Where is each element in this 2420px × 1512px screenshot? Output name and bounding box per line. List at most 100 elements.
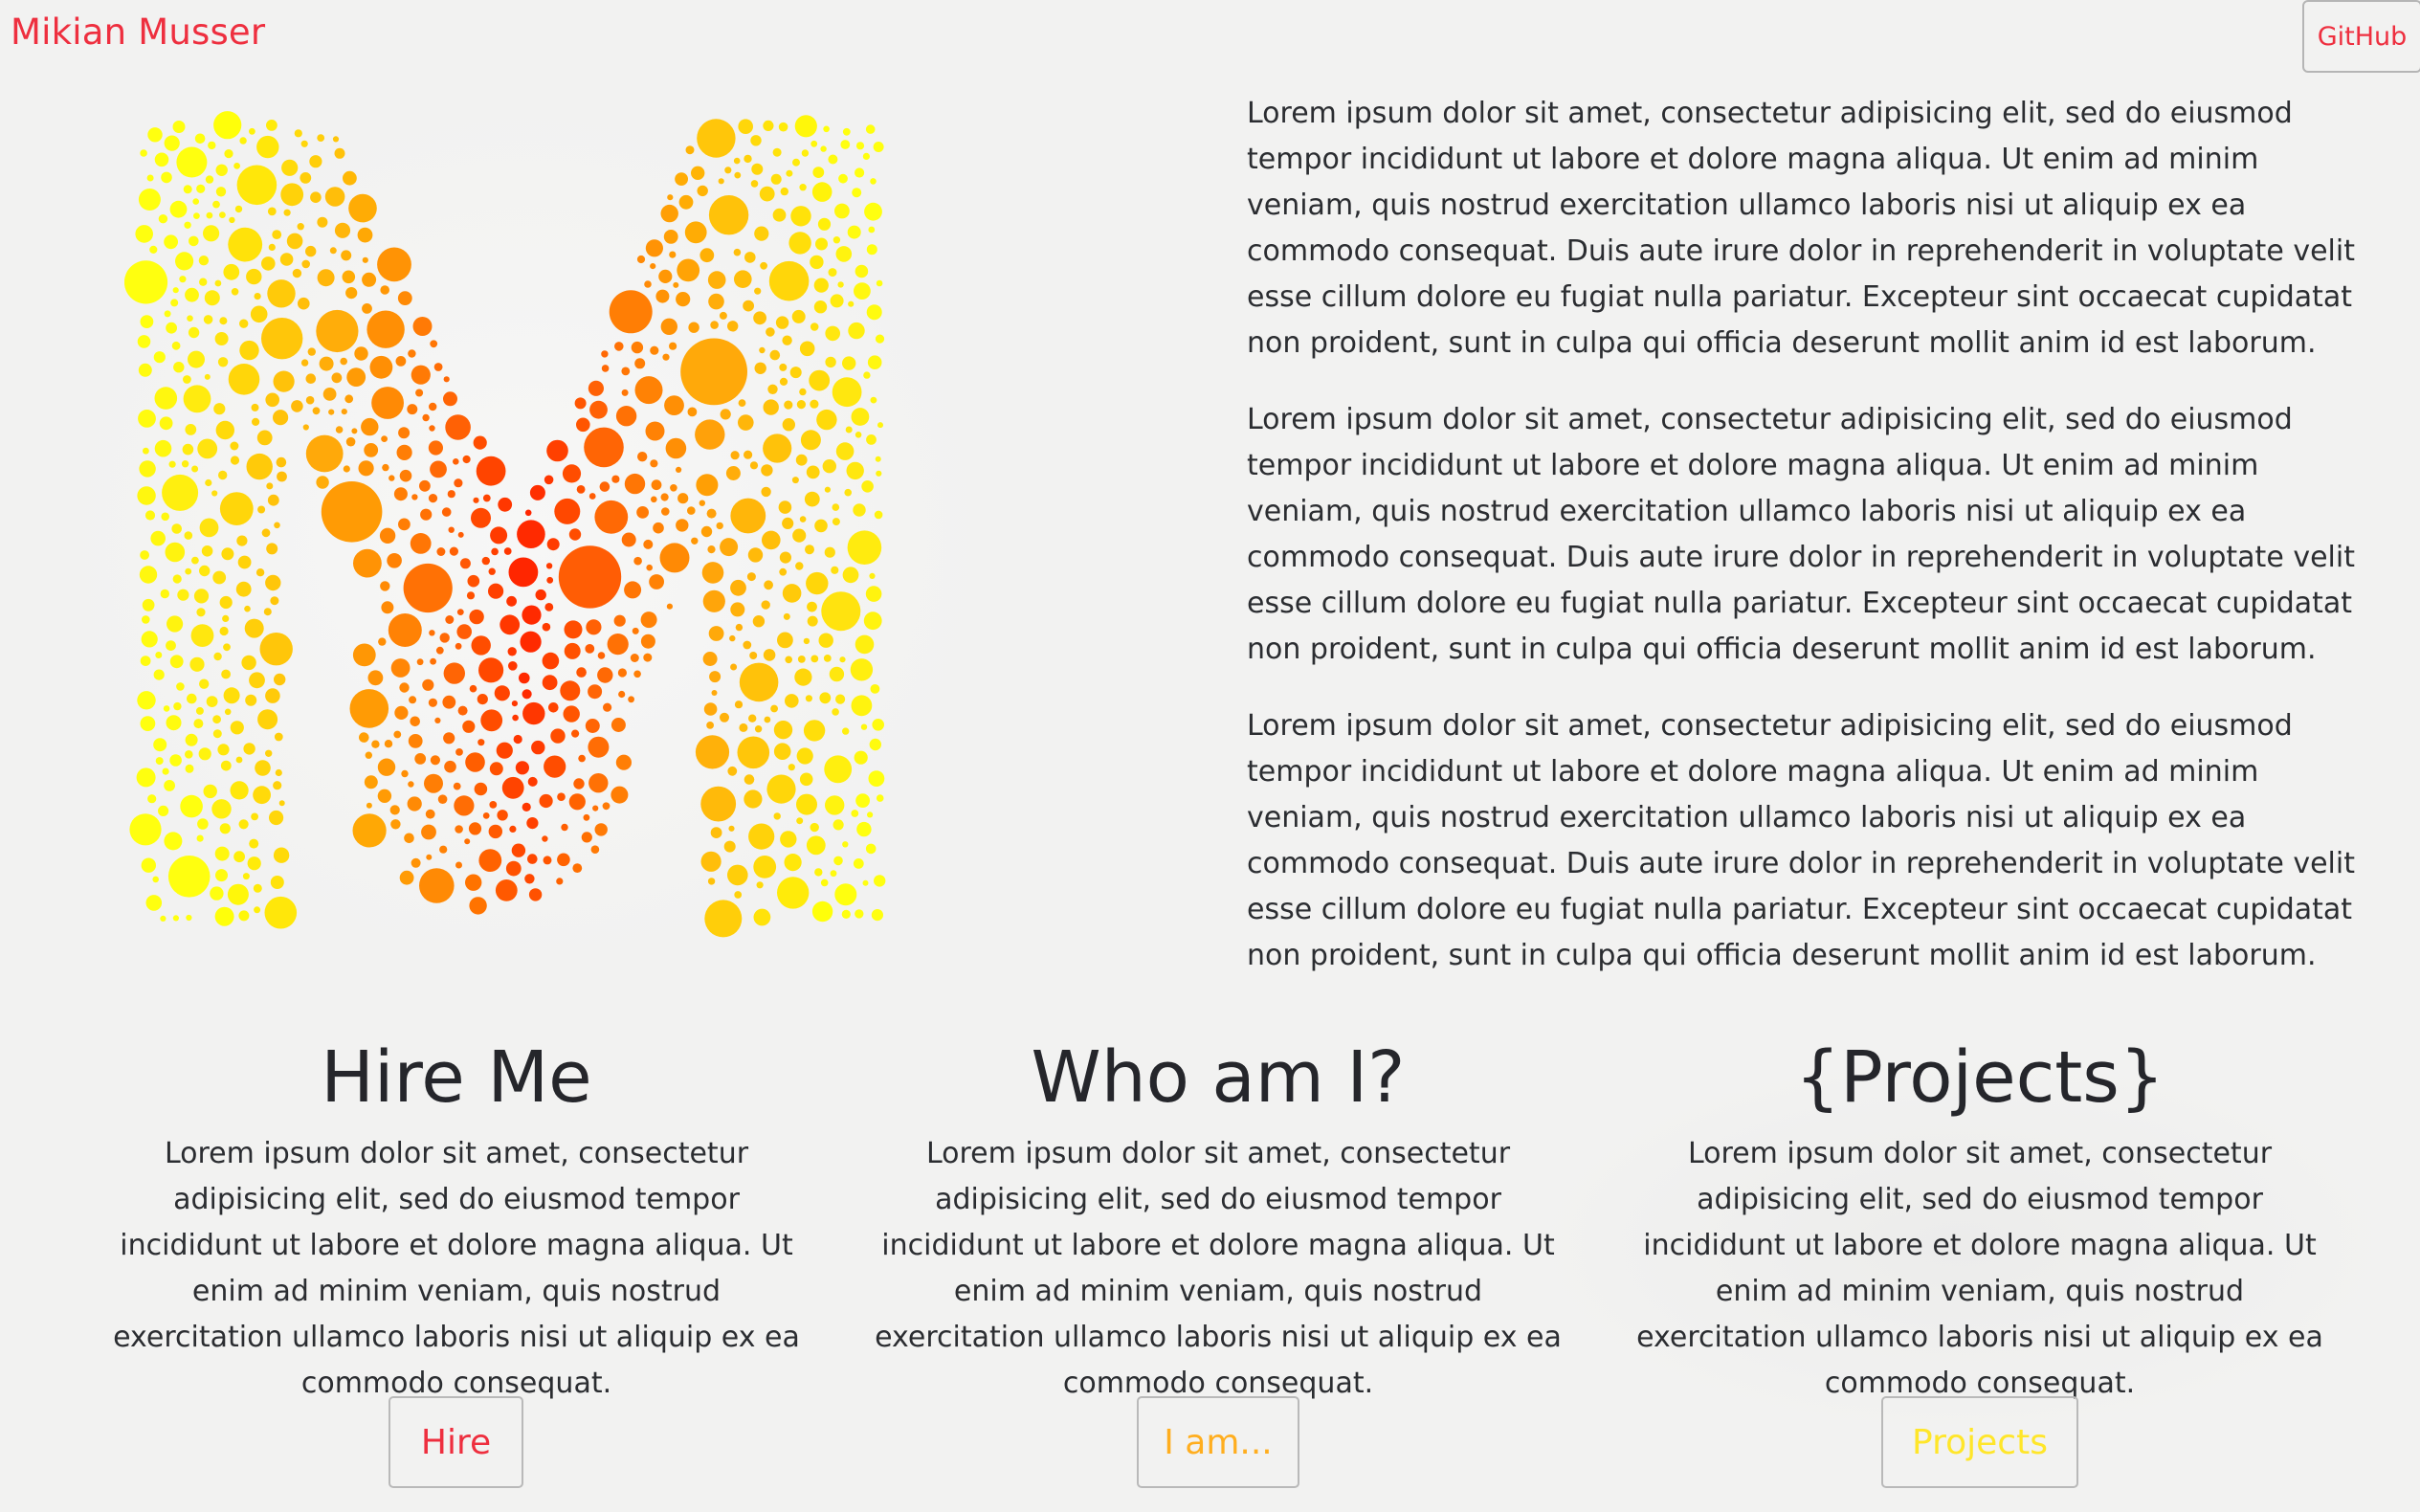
logo-dot [810, 822, 819, 833]
logo-dot [646, 564, 653, 571]
logo-dot [700, 786, 737, 822]
logo-dot [734, 270, 752, 288]
logo-dot [344, 394, 354, 404]
logo-dot [556, 878, 564, 885]
logo-dot [219, 211, 226, 218]
logo-dot [213, 111, 242, 140]
logo-dot [250, 305, 268, 323]
logo-dot [522, 701, 545, 725]
logo-dot [244, 605, 251, 612]
logo-dot [846, 461, 864, 480]
logo-dot [161, 512, 169, 522]
logo-dot [835, 246, 853, 262]
logo-dot [189, 235, 199, 247]
logo-dot [761, 464, 773, 477]
logo-dot [380, 285, 390, 295]
logo-dot [773, 721, 793, 740]
hire-title: Hire Me [321, 1036, 592, 1119]
logo-dot [279, 253, 294, 266]
logo-dot [763, 399, 779, 415]
logo-dot [874, 875, 886, 887]
logo-dot [597, 652, 606, 659]
logo-dot [727, 321, 739, 332]
logo-dot [615, 754, 633, 770]
logo-dot [172, 574, 182, 584]
logo-dot [422, 678, 434, 691]
logo-dot [477, 694, 488, 705]
logo-dot [637, 452, 648, 462]
logo-dot [456, 609, 464, 615]
logo-dot [482, 812, 490, 819]
logo-dot [411, 365, 431, 385]
hire-button[interactable]: Hire [389, 1396, 523, 1488]
logo-dot [503, 547, 512, 555]
logo-dot [236, 535, 248, 546]
logo-dot [206, 696, 218, 707]
logo-dot [699, 248, 715, 263]
logo-dot [397, 291, 412, 305]
logo-dot [437, 794, 448, 804]
logo-dot [273, 410, 289, 426]
logo-dot [160, 915, 167, 923]
logo-dot [416, 658, 424, 666]
logo-dot [810, 322, 819, 331]
logo-dot [147, 127, 163, 143]
logo-dot [275, 768, 282, 777]
logo-dot [140, 716, 156, 731]
github-button[interactable]: GitHub [2302, 0, 2420, 73]
logo-dot [153, 738, 167, 752]
logo-dot [810, 655, 819, 663]
logo-dot [588, 380, 604, 396]
logo-dot [632, 627, 639, 634]
logo-dot [265, 688, 280, 703]
logo-dot [469, 897, 487, 915]
logo-dot [727, 864, 748, 886]
logo-dot [137, 335, 151, 348]
logo-dot [155, 757, 164, 766]
logo-dot [807, 615, 818, 627]
logo-dot [205, 478, 212, 487]
logo-dot [362, 272, 377, 287]
projects-button[interactable]: Projects [1881, 1396, 2078, 1488]
logo-dot [199, 565, 211, 577]
logo-dot [141, 857, 156, 873]
logo-dot [718, 178, 724, 185]
logo-dot [708, 626, 724, 641]
logo-dot [661, 507, 670, 516]
logo-dot [135, 225, 153, 243]
logo-dot [687, 506, 696, 515]
logo-dot [796, 793, 817, 815]
logo-dot [137, 486, 156, 505]
logo-dot [481, 556, 490, 566]
logo-dot [246, 268, 262, 285]
logo-dot [140, 315, 154, 328]
logo-dot [511, 700, 518, 707]
logo-dot [847, 225, 861, 239]
logo-dot [155, 652, 163, 658]
logo-dot [203, 225, 220, 242]
logo-dot [211, 490, 218, 497]
logo-dot [294, 129, 302, 138]
logo-dot [236, 165, 278, 206]
logo-dot [358, 460, 374, 477]
logo-dot [630, 654, 639, 662]
logo-dot [224, 708, 232, 716]
logo-dot [324, 187, 345, 207]
whoami-button[interactable]: I am... [1137, 1396, 1299, 1488]
logo-dot [305, 395, 315, 405]
logo-dot [230, 781, 249, 800]
logo-dot [457, 705, 468, 716]
logo-dot [139, 566, 158, 584]
logo-dot [680, 338, 747, 406]
logo-dot [738, 414, 754, 431]
logo-dot [419, 868, 455, 903]
logo-dot [471, 507, 491, 528]
logo-dot [754, 725, 763, 733]
brand-link[interactable]: Mikian Musser [11, 11, 265, 53]
logo-dot [607, 634, 629, 656]
logo-dot [546, 538, 560, 551]
logo-dot [865, 843, 877, 855]
logo-dot [354, 346, 368, 361]
logo-dot [270, 596, 279, 606]
logo-dot [322, 388, 337, 401]
